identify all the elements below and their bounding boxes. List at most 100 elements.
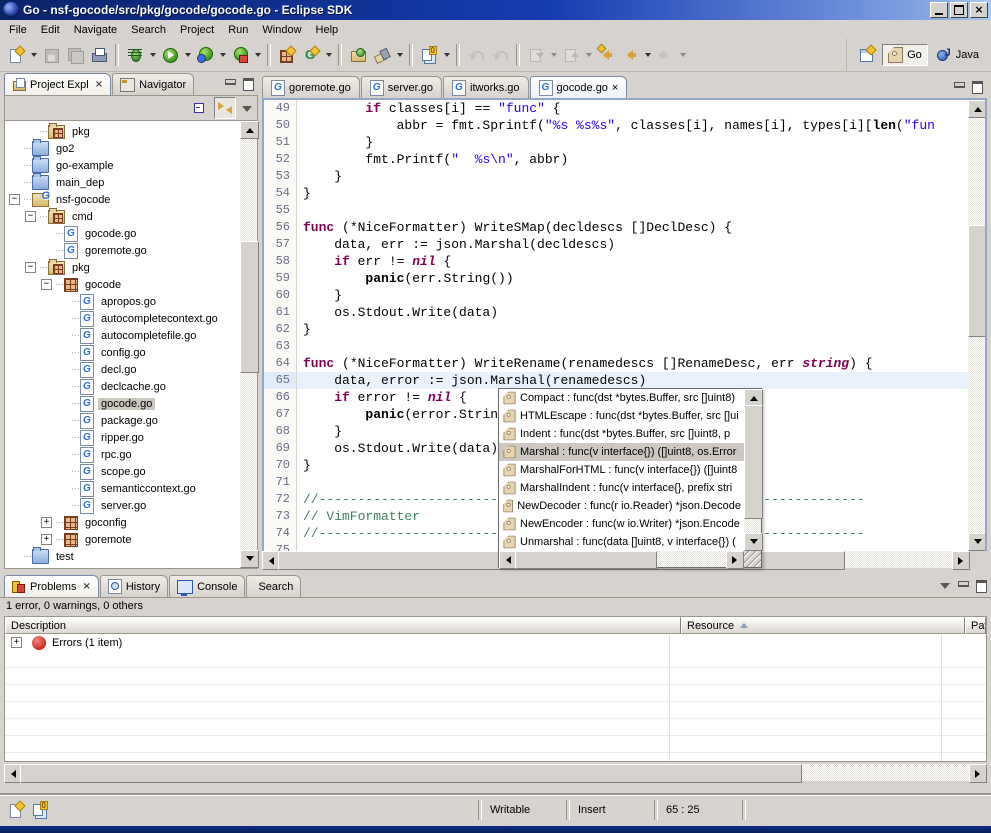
- code-line-58[interactable]: 58 if err != nil {: [264, 253, 968, 270]
- fast-view-icon[interactable]: [8, 802, 24, 818]
- code-line-56[interactable]: 56func (*NiceFormatter) WriteSMap(declde…: [264, 219, 968, 236]
- problems-scroll-right-button[interactable]: [969, 764, 987, 783]
- menu-help[interactable]: Help: [309, 22, 346, 38]
- collapse-icon[interactable]: −: [9, 194, 20, 205]
- expand-icon[interactable]: +: [41, 534, 52, 545]
- tree-item-nsf-gocode[interactable]: −nsf-gocode: [5, 191, 240, 208]
- tree-item-ripper-go[interactable]: ripper.go: [5, 429, 240, 446]
- perspective-java[interactable]: Java: [930, 44, 985, 66]
- column-header-description[interactable]: Description: [5, 617, 681, 634]
- editor-vertical-scrollbar[interactable]: [968, 100, 985, 551]
- tree-scrollbar-thumb[interactable]: [240, 241, 259, 373]
- autocomplete-item[interactable]: NewEncoder : func(w io.Writer) *json.Enc…: [499, 515, 744, 533]
- column-header-path[interactable]: Path: [965, 617, 986, 634]
- tree-item-gocode[interactable]: −gocode: [5, 276, 240, 293]
- autocomplete-item[interactable]: NewDecoder : func(r io.Reader) *json.Dec…: [499, 497, 744, 515]
- code-line-63[interactable]: 63: [264, 338, 968, 355]
- tree-item-go-example[interactable]: go-example: [5, 157, 240, 174]
- tree-item-goremote[interactable]: +goremote: [5, 531, 240, 548]
- windows-badge-icon[interactable]: [32, 802, 48, 818]
- explorer-view-menu[interactable]: [241, 103, 253, 114]
- problems-view-menu-icon[interactable]: [939, 580, 951, 591]
- collapse-icon[interactable]: −: [41, 279, 52, 290]
- run-history-dropdown[interactable]: [217, 44, 228, 66]
- popup-scroll-down-button[interactable]: [744, 533, 763, 551]
- autocomplete-item[interactable]: MarshalIndent : func(v interface{}, pref…: [499, 479, 744, 497]
- tree-item-declcache-go[interactable]: declcache.go: [5, 378, 240, 395]
- code-line-61[interactable]: 61 os.Stdout.Write(data): [264, 304, 968, 321]
- maximize-view-icon[interactable]: [975, 580, 987, 591]
- maximize-view-icon[interactable]: [242, 78, 254, 89]
- menu-run[interactable]: Run: [221, 22, 255, 38]
- editor-scrollbar-thumb[interactable]: [968, 225, 987, 337]
- maximize-view-icon[interactable]: [971, 81, 983, 92]
- editor-scroll-down-button[interactable]: [968, 533, 987, 551]
- tree-scroll-up-button[interactable]: [240, 121, 259, 139]
- code-line-60[interactable]: 60 }: [264, 287, 968, 304]
- expand-icon[interactable]: +: [11, 637, 22, 648]
- view-tab-navigator[interactable]: Navigator: [112, 73, 194, 95]
- popup-scroll-right-button[interactable]: [726, 551, 744, 569]
- tree-item-scope-go[interactable]: scope.go: [5, 463, 240, 480]
- menu-edit[interactable]: Edit: [34, 22, 67, 38]
- search-button[interactable]: [370, 43, 394, 67]
- collapse-icon[interactable]: −: [25, 211, 36, 222]
- code-line-59[interactable]: 59 panic(err.String()): [264, 270, 968, 287]
- autocomplete-item[interactable]: Marshal : func(v interface{}) ([]uint8, …: [499, 443, 744, 461]
- minimize-view-icon[interactable]: [224, 78, 236, 89]
- tree-item-autocompletefile-go[interactable]: autocompletefile.go: [5, 327, 240, 344]
- tree-item-test[interactable]: test: [5, 548, 240, 565]
- tree-item-semanticcontext-go[interactable]: semanticcontext.go: [5, 480, 240, 497]
- autocomplete-item[interactable]: MarshalForHTML : func(v interface{}) ([]…: [499, 461, 744, 479]
- autocomplete-item[interactable]: HTMLEscape : func(dst *bytes.Buffer, src…: [499, 407, 744, 425]
- code-line-51[interactable]: 51 }: [264, 134, 968, 151]
- close-button[interactable]: ×: [970, 2, 988, 18]
- editor-scroll-right-button[interactable]: [952, 551, 970, 570]
- new-go-app-button[interactable]: [299, 43, 323, 67]
- popup-vertical-scrollbar[interactable]: [744, 389, 761, 551]
- collapse-icon[interactable]: −: [25, 262, 36, 273]
- problem-badge-dropdown[interactable]: [441, 44, 452, 66]
- external-tools-button[interactable]: [228, 43, 252, 67]
- editor-scroll-up-button[interactable]: [968, 100, 987, 118]
- menu-window[interactable]: Window: [255, 22, 308, 38]
- tree-scroll-down-button[interactable]: [240, 550, 259, 568]
- tab-close-icon[interactable]: ×: [612, 82, 618, 94]
- tree-scrollbar[interactable]: [240, 121, 257, 568]
- code-line-54[interactable]: 54}: [264, 185, 968, 202]
- problems-error-group-row[interactable]: +Errors (1 item): [5, 634, 986, 651]
- popup-resize-grip[interactable]: [744, 551, 761, 567]
- problems-hscrollbar-thumb[interactable]: [20, 764, 802, 783]
- minimize-view-icon[interactable]: [953, 81, 965, 92]
- code-line-62[interactable]: 62}: [264, 321, 968, 338]
- minimize-button[interactable]: [930, 2, 948, 18]
- code-line-57[interactable]: 57 data, err := json.Marshal(decldescs): [264, 236, 968, 253]
- code-line-64[interactable]: 64func (*NiceFormatter) WriteRename(rena…: [264, 355, 968, 372]
- tab-close-icon[interactable]: ×: [82, 581, 90, 592]
- tree-item-config-go[interactable]: config.go: [5, 344, 240, 361]
- tab-close-icon[interactable]: ×: [95, 79, 103, 90]
- run-history-button[interactable]: [193, 43, 217, 67]
- code-line-49[interactable]: 49 if classes[i] == "func" {: [264, 100, 968, 117]
- tree-item-decl-go[interactable]: decl.go: [5, 361, 240, 378]
- tree-item-goremote-go[interactable]: goremote.go: [5, 242, 240, 259]
- view-tab-search[interactable]: Search: [246, 575, 301, 597]
- minimize-view-icon[interactable]: [957, 580, 969, 591]
- new-wizard-button[interactable]: [4, 43, 28, 67]
- new-go-app-dropdown[interactable]: [323, 44, 334, 66]
- tree-item-pkg[interactable]: −pkg: [5, 259, 240, 276]
- menu-file[interactable]: File: [2, 22, 34, 38]
- popup-scrollbar-thumb[interactable]: [744, 405, 763, 519]
- editor-tab-goremote-go[interactable]: goremote.go: [262, 76, 360, 98]
- tree-item-autocompletecontext-go[interactable]: autocompletecontext.go: [5, 310, 240, 327]
- menu-navigate[interactable]: Navigate: [67, 22, 124, 38]
- tree-item-server-go[interactable]: server.go: [5, 497, 240, 514]
- autocomplete-item[interactable]: Compact : func(dst *bytes.Buffer, src []…: [499, 389, 744, 407]
- maximize-button[interactable]: [950, 2, 968, 18]
- tree-item-gocode-go[interactable]: gocode.go: [5, 225, 240, 242]
- back-button[interactable]: [618, 43, 642, 67]
- editor-tab-gocode-go[interactable]: gocode.go×: [530, 76, 628, 98]
- new-wizard-dropdown[interactable]: [28, 44, 39, 66]
- popup-horizontal-scrollbar[interactable]: [499, 551, 744, 567]
- autocomplete-item[interactable]: Indent : func(dst *bytes.Buffer, src []u…: [499, 425, 744, 443]
